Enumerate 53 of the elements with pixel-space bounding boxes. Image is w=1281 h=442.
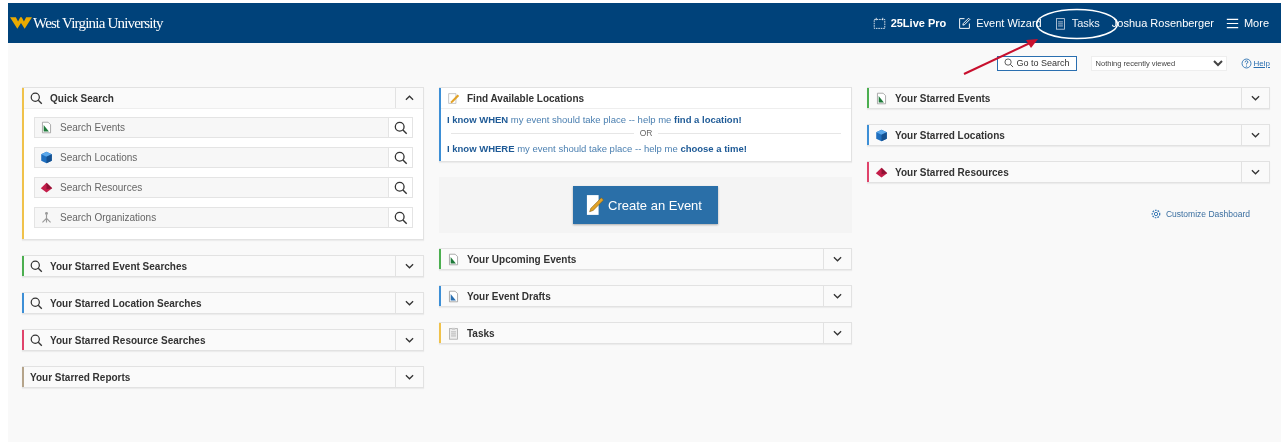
panel-title: Tasks — [467, 327, 496, 339]
search-icon — [1003, 58, 1014, 68]
logo-icon — [10, 14, 32, 32]
logo-text: West Virginia University — [33, 14, 163, 32]
panel-title: Quick Search — [50, 92, 115, 104]
search-icon — [30, 333, 43, 347]
search-icon — [30, 259, 43, 273]
edit-icon — [958, 16, 972, 30]
panel-title: Your Starred Event Searches — [50, 260, 189, 272]
chevron-down-icon — [833, 256, 842, 262]
panel-title: Your Starred Resource Searches — [50, 334, 207, 346]
or-separator: OR — [638, 128, 654, 138]
search-icon — [30, 296, 43, 310]
diamond-icon — [875, 165, 888, 179]
chevron-down-icon — [405, 337, 414, 343]
chevron-down-icon — [1251, 169, 1260, 175]
panel-title: Your Starred Location Searches — [50, 297, 203, 309]
panel-title: Your Starred Resources — [895, 166, 1010, 178]
panel-title: Your Starred Locations — [895, 129, 1006, 141]
find-option-link[interactable]: I know WHERE my event should take place -- help me choose a time! — [441, 138, 851, 154]
panel-title: Your Event Drafts — [467, 290, 552, 302]
panel-title: Your Upcoming Events — [467, 253, 578, 265]
chevron-down-icon — [833, 293, 842, 299]
chevron-down-icon — [1251, 95, 1260, 101]
pencil-icon — [447, 91, 460, 105]
nav-link[interactable]: 25Live Pro — [872, 16, 947, 30]
document-icon — [447, 289, 460, 303]
document-icon — [875, 91, 888, 105]
chevron-down-icon — [405, 263, 414, 269]
search-icon — [30, 91, 43, 105]
cube-icon — [875, 128, 888, 142]
document-icon — [447, 252, 460, 266]
panel-title: Find Available Locations — [467, 92, 586, 104]
clipboard-icon — [1053, 16, 1067, 30]
menu-icon — [1225, 16, 1239, 30]
find-option-link[interactable]: I know WHEN my event should take place -- help me find a location! — [441, 109, 851, 125]
chevron-up-icon — [405, 95, 414, 101]
calendar-icon — [872, 16, 886, 30]
panel-title: Your Starred Events — [895, 92, 992, 104]
chevron-down-icon — [405, 300, 414, 306]
help-icon — [1240, 57, 1252, 69]
clipboard-icon — [447, 326, 460, 340]
chevron-down-icon — [405, 374, 414, 380]
pencil-icon — [586, 194, 604, 216]
help-link[interactable]: Help — [1240, 57, 1270, 69]
chevron-down-icon — [833, 330, 842, 336]
gear-icon — [1149, 208, 1162, 220]
chevron-down-icon — [1251, 132, 1260, 138]
go-to-search-button[interactable]: Go to Search — [996, 55, 1077, 71]
customize-dashboard-link[interactable]: Customize Dashboard — [1149, 208, 1250, 220]
nav-link[interactable]: More — [1225, 16, 1269, 30]
create-event-button[interactable]: Create an Event — [573, 186, 718, 224]
panel-title: Your Starred Reports — [30, 371, 132, 383]
